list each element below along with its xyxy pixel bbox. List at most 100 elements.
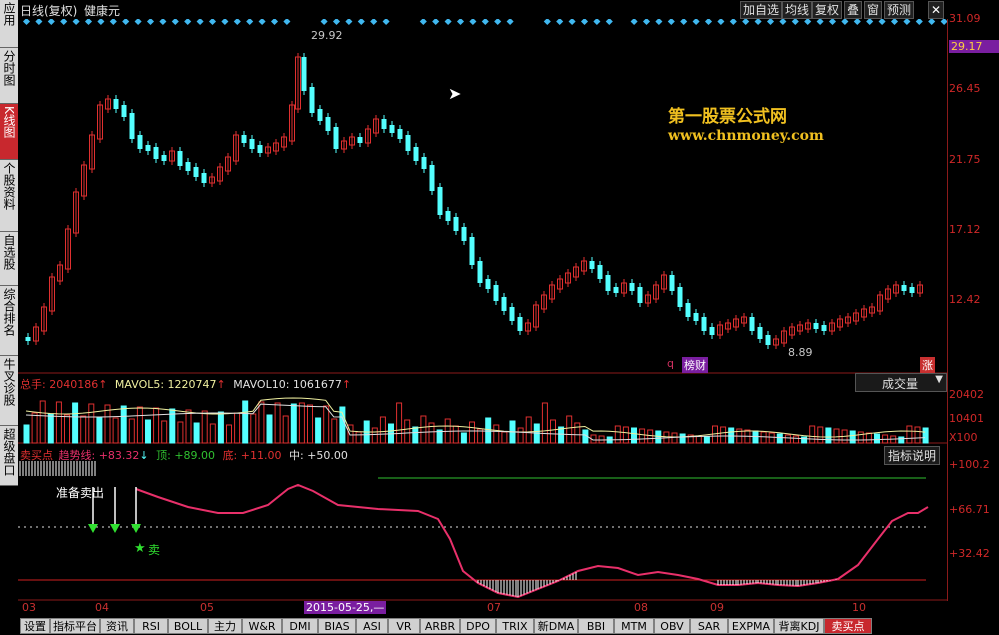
tab-stock-info[interactable]: 个股资料: [0, 160, 18, 232]
top-marker: [878, 19, 886, 26]
candle-down: [357, 137, 363, 143]
current-price-badge: 29.17: [949, 40, 999, 53]
top-marker: [233, 19, 241, 26]
volume-bar: [574, 422, 581, 444]
tab-timeshare[interactable]: 分时图: [0, 48, 18, 104]
x-highlight-date: 2015-05-25,—: [304, 601, 387, 614]
top-marker: [890, 19, 899, 26]
top-marker: [556, 19, 564, 26]
volume-bar: [96, 416, 103, 444]
indicator-explain-button[interactable]: 指标说明: [884, 446, 941, 465]
volume-bar: [793, 435, 799, 444]
volume-bar: [274, 402, 281, 444]
forecast-button[interactable]: 预测: [884, 1, 915, 19]
volume-bar: [469, 421, 475, 444]
volume-bar: [420, 415, 427, 444]
bottom-tab-dpo[interactable]: DPO: [460, 618, 496, 634]
top-marker: [122, 19, 130, 26]
bottom-tab-bias[interactable]: BIAS: [318, 618, 356, 634]
bottom-tab--[interactable]: 卖买点: [824, 618, 872, 634]
bottom-tab--[interactable]: 主力: [208, 618, 242, 634]
bottom-tab-expma[interactable]: EXPMA: [728, 618, 774, 634]
bottom-tab-trix[interactable]: TRIX: [496, 618, 534, 634]
bottom-tab-obv[interactable]: OBV: [654, 618, 690, 634]
volume-bar: [695, 435, 702, 444]
tab-watchlist[interactable]: 自选股: [0, 232, 18, 286]
top-marker: [729, 19, 737, 26]
tab-kline[interactable]: K线图: [0, 104, 18, 160]
volume-bar: [315, 417, 322, 444]
candle-down: [477, 261, 483, 283]
mouse-cursor-icon: ➤: [448, 84, 462, 103]
volume-bar: [234, 412, 241, 444]
bottom-tab-mtm[interactable]: MTM: [614, 618, 654, 634]
bottom-tab-arbr[interactable]: ARBR: [420, 618, 460, 634]
top-marker: [84, 19, 93, 26]
bottom-tab-rsi[interactable]: RSI: [134, 618, 168, 634]
top-marker: [841, 19, 849, 26]
volume-bar: [671, 432, 678, 444]
mid-label: 中: +50.00: [288, 449, 348, 462]
tab-ranking[interactable]: 综合排名: [0, 286, 18, 356]
bottom-tab-bbi[interactable]: BBI: [578, 618, 614, 634]
volume-bar: [242, 400, 249, 444]
volume-bar: [801, 436, 808, 444]
badge-bangcai[interactable]: 榜财: [682, 357, 708, 373]
candle-down: [317, 109, 323, 121]
bottom-tab-w-r[interactable]: W&R: [242, 618, 282, 634]
close-icon[interactable]: ✕: [928, 1, 945, 19]
overlay-button[interactable]: 叠: [844, 1, 863, 19]
tab-apply[interactable]: 应用: [0, 0, 18, 48]
bottom-tab--[interactable]: 资讯: [100, 618, 134, 634]
restore-rights-button[interactable]: 复权: [812, 1, 843, 19]
bottom-tab--[interactable]: 指标平台: [50, 618, 100, 634]
volume-bar: [331, 418, 338, 444]
candle-down: [485, 279, 491, 289]
trend-label: 趋势线: +83.32: [58, 449, 140, 462]
candle-down: [161, 155, 167, 161]
bottom-tab-asi[interactable]: ASI: [356, 618, 388, 634]
volume-bar: [266, 414, 273, 444]
candle-down: [597, 265, 603, 279]
top-marker: [766, 19, 775, 26]
candle-down: [637, 287, 643, 303]
candle-down: [421, 157, 427, 169]
candle-down: [113, 99, 119, 109]
volume-bar: [460, 432, 467, 444]
volume-bar: [396, 402, 403, 444]
top-marker: [196, 19, 204, 26]
tab-label: 个股资料: [2, 162, 16, 210]
top-marker: [828, 19, 837, 26]
bottom-tab-vr[interactable]: VR: [388, 618, 420, 634]
badge-zhang[interactable]: 涨: [920, 357, 935, 373]
top-marker: [109, 19, 117, 26]
add-watchlist-button[interactable]: 加自选: [740, 1, 783, 19]
bottom-tab--dma[interactable]: 新DMA: [534, 618, 578, 634]
volume-selector[interactable]: 成交量 ▼: [855, 373, 947, 392]
bottom-tab-sar[interactable]: SAR: [690, 618, 728, 634]
candle-down: [137, 135, 143, 149]
candle-down: [381, 119, 387, 129]
top-marker: [47, 19, 55, 26]
top-marker: [184, 19, 192, 26]
tab-diagnose[interactable]: 牛叉诊股: [0, 356, 18, 426]
bottom-tab--[interactable]: 设置: [20, 618, 50, 634]
top-marker: [494, 19, 502, 26]
window-button[interactable]: 窗: [864, 1, 883, 19]
sell-label: 卖: [148, 543, 161, 557]
tab-label: 牛叉诊股: [2, 358, 16, 406]
tab-super-quote[interactable]: 超级盘口: [0, 426, 18, 486]
volume-bar: [874, 433, 880, 444]
volume-bar: [355, 431, 362, 444]
candle-down: [193, 167, 199, 177]
ma-button[interactable]: 均线: [782, 1, 813, 19]
candle-down: [333, 127, 339, 149]
bottom-tab-dmi[interactable]: DMI: [282, 618, 318, 634]
mavol10-label: MAVOL10: 1061677: [233, 378, 342, 391]
top-marker: [22, 19, 31, 26]
top-marker: [853, 19, 861, 26]
bottom-tab-boll[interactable]: BOLL: [168, 618, 208, 634]
bottom-tab--kdj[interactable]: 背离KDJ: [774, 618, 824, 634]
kline-chart[interactable]: ★: [18, 19, 947, 601]
volume-bar: [404, 419, 411, 444]
